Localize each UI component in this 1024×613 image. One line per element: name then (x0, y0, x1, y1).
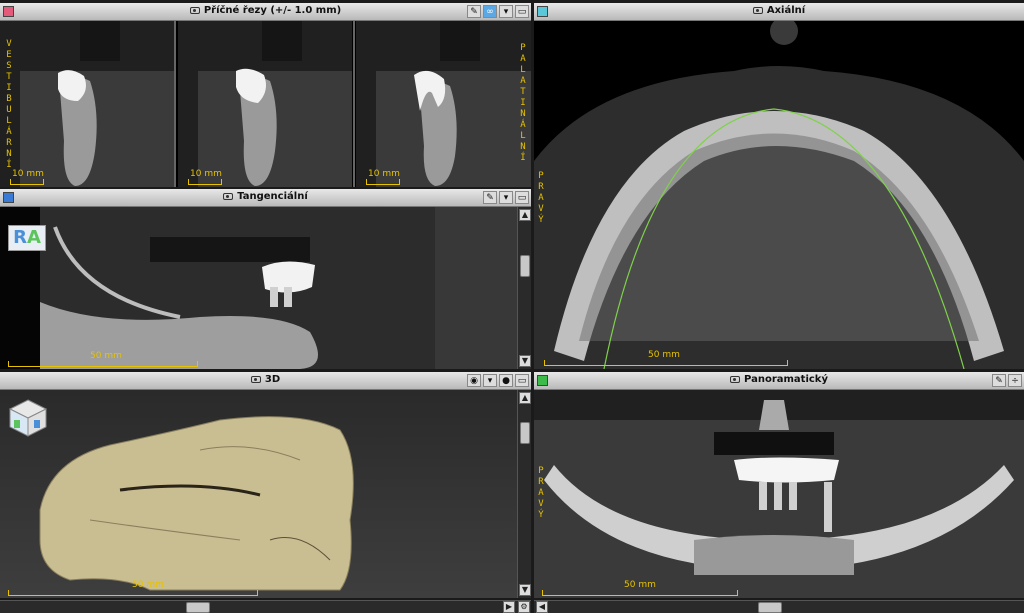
tangential-scale-bar (8, 361, 198, 367)
3d-pane: 3D ◉ ▾ ● ▭ 50 mm ▲ ▼ (0, 372, 531, 598)
axial-image (534, 21, 1024, 369)
scroll-down-arrow[interactable]: ▼ (519, 584, 531, 596)
ct-viewer-app: Příčné řezy (+/- 1.0 mm) ✎ ∞ ▾ ▭ VESTIBU… (0, 0, 1024, 613)
panoramic-scale-label: 50 mm (624, 580, 656, 590)
tools-icon[interactable]: ✎ (467, 5, 481, 18)
cross-scale-bar-3 (366, 179, 400, 185)
axial-scale-bar (544, 360, 788, 366)
dropdown-icon[interactable]: ▾ (499, 5, 513, 18)
camera-icon[interactable] (250, 375, 261, 383)
eye-icon[interactable]: ◉ (467, 374, 481, 387)
tangential-title: Tangenciální (237, 191, 308, 202)
orientation-cube-icon[interactable] (8, 398, 48, 438)
panoramic-title: Panoramatický (744, 374, 828, 385)
cross-scale-label-3: 10 mm (368, 169, 400, 179)
axial-view[interactable]: PRAVÝ 50 mm (534, 21, 1024, 369)
camera-icon[interactable] (223, 192, 234, 200)
axial-title: Axiální (766, 5, 806, 16)
scroll-down-arrow[interactable]: ▼ (519, 355, 531, 367)
cross-scale-bar-2 (188, 179, 222, 185)
scroll-thumb[interactable] (520, 422, 530, 444)
3d-scrollbar[interactable]: ▲ ▼ (517, 390, 531, 598)
split-icon[interactable]: ÷ (1008, 374, 1022, 387)
3d-view[interactable]: 50 mm (0, 390, 517, 598)
camera-icon[interactable] (730, 375, 741, 383)
left-horizontal-scrollbar[interactable]: ▶ ⚙ (0, 600, 531, 613)
scroll-left-arrow[interactable]: ◀ (536, 601, 548, 613)
panoramic-view[interactable]: PRAVÝ 50 mm (534, 390, 1024, 598)
axial-side-label: PRAVÝ (538, 171, 544, 225)
scroll-thumb[interactable] (520, 255, 530, 277)
maximize-icon[interactable]: ▭ (515, 374, 529, 387)
panoramic-pane: Panoramatický ✎ ÷ PRAVÝ 50 mm (534, 372, 1024, 598)
maximize-icon[interactable]: ▭ (515, 191, 529, 204)
right-horizontal-scrollbar[interactable]: ◀ (534, 600, 1024, 613)
tangential-view[interactable]: RA 50 mm (0, 207, 517, 369)
settings-gear-icon[interactable]: ⚙ (518, 601, 530, 613)
cross-sections-titlebar: Příčné řezy (+/- 1.0 mm) ✎ ∞ ▾ ▭ (0, 3, 531, 21)
scroll-up-arrow[interactable]: ▲ (519, 209, 531, 221)
dropdown-icon[interactable]: ▾ (499, 191, 513, 204)
cross-scale-label-1: 10 mm (12, 169, 44, 179)
3d-model (39, 416, 354, 591)
panoramic-scale-bar (542, 590, 738, 596)
axial-scale-label: 50 mm (648, 350, 680, 360)
tools-icon[interactable]: ✎ (992, 374, 1006, 387)
ra-orientation-badge: RA (8, 225, 46, 251)
render-mode-icon[interactable]: ● (499, 374, 513, 387)
3d-title: 3D (264, 374, 281, 385)
scroll-thumb[interactable] (186, 602, 210, 613)
3d-titlebar: 3D ◉ ▾ ● ▭ (0, 372, 531, 390)
scroll-right-arrow[interactable]: ▶ (503, 601, 515, 613)
axial-titlebar: Axiální (534, 3, 1024, 21)
dropdown-icon[interactable]: ▾ (483, 374, 497, 387)
scroll-thumb[interactable] (758, 602, 782, 613)
panoramic-side-label: PRAVÝ (538, 466, 544, 520)
tangential-scale-label: 50 mm (90, 351, 122, 361)
maximize-icon[interactable]: ▭ (515, 5, 529, 18)
panoramic-image (534, 390, 1024, 598)
tangential-titlebar: Tangenciální ✎ ▾ ▭ (0, 189, 531, 207)
tangential-image (0, 207, 517, 369)
cross-section-images (0, 21, 531, 187)
cross-scale-bar-1 (10, 179, 44, 185)
cross-sections-view[interactable]: VESTIBULÁRNÍ PALATINÁLNÍ 10 mm 10 mm 10 … (0, 21, 531, 187)
axial-pane: Axiální PRAVÝ 50 mm (534, 3, 1024, 369)
palatinal-label: PALATINÁLNÍ (520, 43, 526, 163)
link-icon[interactable]: ∞ (483, 5, 497, 18)
panoramic-titlebar: Panoramatický ✎ ÷ (534, 372, 1024, 390)
3d-scale-bar (8, 590, 258, 596)
cross-scale-label-2: 10 mm (190, 169, 222, 179)
camera-icon[interactable] (189, 6, 200, 14)
tools-icon[interactable]: ✎ (483, 191, 497, 204)
scroll-up-arrow[interactable]: ▲ (519, 392, 531, 404)
cross-sections-pane: Příčné řezy (+/- 1.0 mm) ✎ ∞ ▾ ▭ VESTIBU… (0, 3, 531, 187)
camera-icon[interactable] (752, 6, 763, 14)
tangential-scrollbar[interactable]: ▲ ▼ (517, 207, 531, 369)
cross-sections-title: Příčné řezy (+/- 1.0 mm) (203, 5, 342, 16)
tangential-pane: Tangenciální ✎ ▾ ▭ RA 50 mm ▲ ▼ (0, 189, 531, 369)
vestibular-label: VESTIBULÁRNÍ (6, 39, 12, 170)
3d-scale-label: 50 mm (132, 580, 164, 590)
